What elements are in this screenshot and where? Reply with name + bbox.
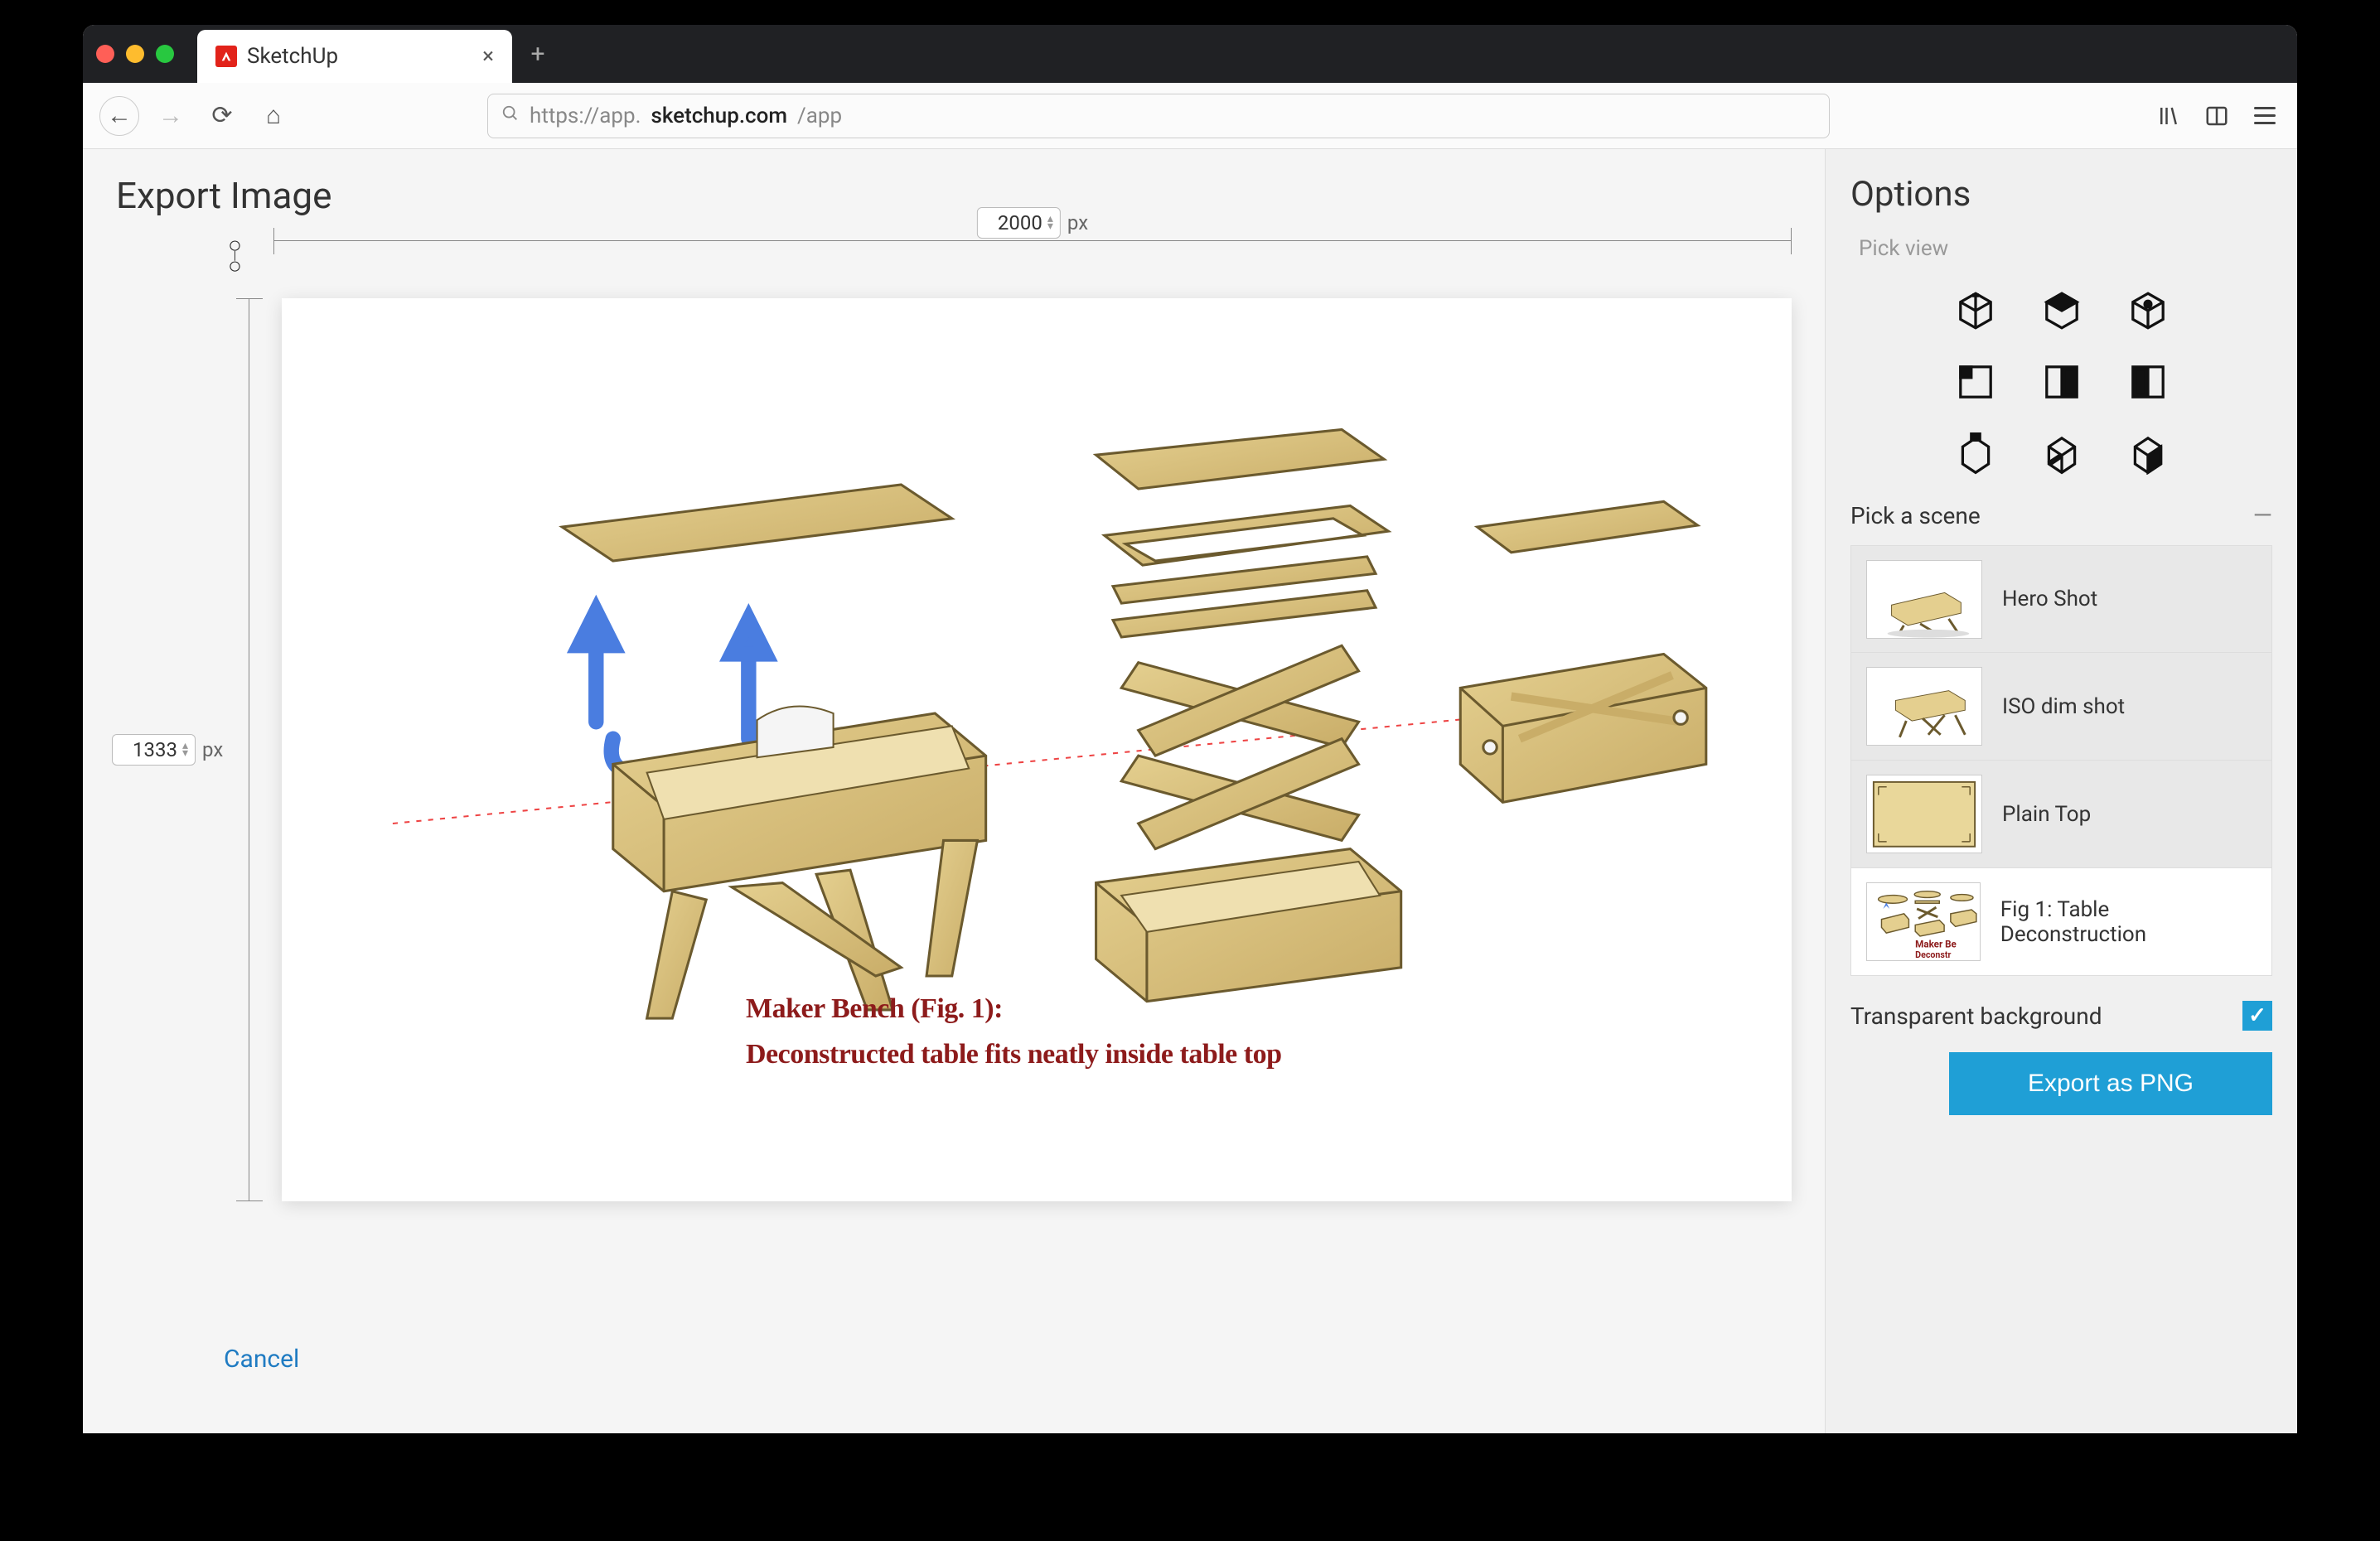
scene-hero-shot[interactable]: Hero Shot [1850, 545, 2272, 653]
browser-right-tools [2153, 100, 2281, 132]
browser-tabbar: SketchUp × + [83, 25, 2297, 83]
scene-label: ISO dim shot [2002, 694, 2125, 719]
url-host: sketchup.com [651, 104, 787, 128]
svg-text:Deconstr: Deconstr [1915, 950, 1951, 960]
url-prefix: https://app. [530, 104, 641, 128]
scene-label: Fig 1: Table Deconstruction [2000, 897, 2257, 947]
transparent-bg-checkbox[interactable]: ✓ [2242, 1001, 2272, 1031]
view-iso-alt-icon[interactable] [2123, 286, 2173, 336]
scene-thumb [1866, 560, 1982, 639]
stepper-icon[interactable]: ▴▾ [1047, 215, 1053, 230]
view-back-icon[interactable] [2123, 357, 2173, 407]
aspect-lock-icon[interactable]: ○|○ [228, 239, 242, 273]
scene-plain-top[interactable]: Plain Top [1850, 761, 2272, 868]
forward-button[interactable]: → [151, 96, 191, 136]
app-window: SketchUp × + ← → ⟳ ⌂ https://app. sketchu… [83, 25, 2297, 1433]
width-input-group: 2000 ▴▾ px [965, 207, 1100, 239]
scene-list: Hero Shot ISO dim shot Plain Top [1850, 545, 2272, 976]
pick-scene-header[interactable]: Pick a scene — [1850, 501, 2272, 530]
address-bar[interactable]: https://app. sketchup.com/app [487, 94, 1830, 138]
cancel-button[interactable]: Cancel [224, 1345, 299, 1374]
zoom-window-button[interactable] [156, 45, 174, 63]
pick-scene-label: Pick a scene [1850, 502, 1981, 529]
width-input[interactable]: 2000 ▴▾ [977, 207, 1061, 239]
menu-button[interactable] [2249, 100, 2281, 132]
preview-area: ○|○ 2000 ▴▾ px [116, 224, 1792, 1317]
svg-text:Maker Be: Maker Be [1915, 939, 1957, 950]
browser-toolbar: ← → ⟳ ⌂ https://app. sketchup.com/app [83, 83, 2297, 149]
scene-label: Hero Shot [2002, 587, 2097, 611]
width-ruler: 2000 ▴▾ px [273, 224, 1792, 257]
width-value: 2000 [984, 211, 1042, 234]
view-front-icon[interactable] [1951, 357, 2000, 407]
favicon-icon [215, 46, 237, 67]
scene-thumb [1866, 775, 1982, 853]
scene-thumb [1866, 667, 1982, 746]
content-area: Export Image ○|○ 2000 ▴▾ px [83, 149, 2297, 1433]
new-tab-button[interactable]: + [524, 40, 552, 68]
page-title: Export Image [116, 174, 1792, 217]
close-tab-icon[interactable]: × [482, 44, 494, 69]
height-ruler: 1333 ▴▾ px [232, 298, 265, 1201]
back-button[interactable]: ← [99, 96, 139, 136]
collapse-icon[interactable]: — [2253, 501, 2272, 530]
close-window-button[interactable] [96, 45, 114, 63]
export-main: Export Image ○|○ 2000 ▴▾ px [83, 149, 1825, 1433]
scene-label: Plain Top [2002, 802, 2091, 827]
height-value: 1333 [119, 738, 177, 761]
search-icon [501, 104, 520, 128]
pick-view-label: Pick view [1859, 236, 2272, 261]
view-iso-icon[interactable] [1951, 286, 2000, 336]
view-top-icon[interactable] [2037, 286, 2087, 336]
transparent-bg-row: Transparent background ✓ [1850, 1001, 2272, 1031]
height-unit: px [202, 738, 223, 761]
view-last-icon[interactable] [2123, 428, 2173, 478]
library-icon[interactable] [2153, 100, 2184, 132]
browser-tab[interactable]: SketchUp × [197, 30, 512, 83]
scene-iso-dim[interactable]: ISO dim shot [1850, 653, 2272, 761]
options-panel: Options Pick view Pick a scene — [1825, 149, 2297, 1433]
view-right-icon[interactable] [2037, 357, 2087, 407]
options-title: Options [1850, 174, 2272, 215]
width-unit: px [1067, 211, 1088, 234]
reload-button[interactable]: ⟳ [202, 96, 242, 136]
home-button[interactable]: ⌂ [254, 96, 293, 136]
scene-thumb: Maker Be Deconstr [1866, 882, 1981, 961]
view-left-icon[interactable] [1951, 428, 2000, 478]
sidebar-icon[interactable] [2201, 100, 2232, 132]
views-grid [1850, 286, 2272, 478]
transparent-bg-label: Transparent background [1850, 1002, 2102, 1030]
height-input[interactable]: 1333 ▴▾ [112, 734, 196, 766]
export-png-button[interactable]: Export as PNG [1949, 1052, 2272, 1115]
height-input-group: 1333 ▴▾ px [112, 726, 223, 774]
caption: Maker Bench (Fig. 1): Deconstructed tabl… [746, 987, 1282, 1077]
url-path: /app [797, 104, 842, 128]
scene-fig1-deconstruction[interactable]: Maker Be Deconstr Fig 1: Table Deconstru… [1850, 868, 2272, 976]
tab-title: SketchUp [247, 44, 472, 69]
footer: Cancel [116, 1317, 1792, 1400]
view-bottom-icon[interactable] [2037, 428, 2087, 478]
stepper-icon[interactable]: ▴▾ [182, 742, 188, 757]
caption-line2: Deconstructed table fits neatly inside t… [746, 1032, 1282, 1077]
preview-canvas: Maker Bench (Fig. 1): Deconstructed tabl… [282, 298, 1792, 1201]
caption-line1: Maker Bench (Fig. 1): [746, 987, 1282, 1031]
minimize-window-button[interactable] [126, 45, 144, 63]
window-controls [96, 45, 174, 63]
